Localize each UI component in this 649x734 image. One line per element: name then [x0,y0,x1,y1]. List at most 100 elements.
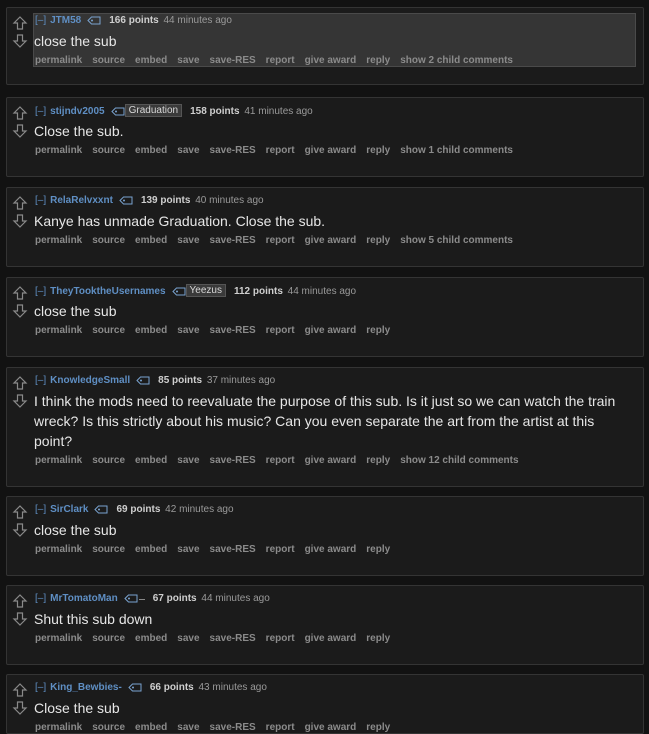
action-give-award[interactable]: give award [305,145,357,156]
action-save-res[interactable]: save-RES [210,55,256,66]
comment-author[interactable]: RelaRelvxxnt [50,195,113,206]
action-report[interactable]: report [266,55,295,66]
user-tag-icon[interactable] [128,683,142,692]
comment-author[interactable]: JTM58 [50,15,81,26]
downvote-icon[interactable] [12,521,28,538]
action-source[interactable]: source [92,455,125,466]
action-save[interactable]: save [177,55,199,66]
action-source[interactable]: source [92,722,125,733]
action-save-res[interactable]: save-RES [210,633,256,644]
show-child-comments-link[interactable]: show 2 child comments [400,55,513,66]
action-source[interactable]: source [92,55,125,66]
action-source[interactable]: source [92,235,125,246]
action-reply[interactable]: reply [366,325,390,336]
upvote-icon[interactable] [12,15,28,32]
action-embed[interactable]: embed [135,455,167,466]
show-child-comments-link[interactable]: show 12 child comments [400,455,518,466]
action-save-res[interactable]: save-RES [210,722,256,733]
action-permalink[interactable]: permalink [35,455,82,466]
action-source[interactable]: source [92,544,125,555]
action-give-award[interactable]: give award [305,544,357,555]
action-give-award[interactable]: give award [305,455,357,466]
user-tag-icon[interactable] [119,196,133,205]
action-report[interactable]: report [266,544,295,555]
action-reply[interactable]: reply [366,55,390,66]
action-report[interactable]: report [266,633,295,644]
collapse-toggle[interactable]: [–] [35,375,46,386]
collapse-toggle[interactable]: [–] [35,286,46,297]
collapse-toggle[interactable]: [–] [35,195,46,206]
action-report[interactable]: report [266,235,295,246]
action-report[interactable]: report [266,455,295,466]
upvote-icon[interactable] [12,682,28,699]
show-child-comments-link[interactable]: show 5 child comments [400,235,513,246]
action-reply[interactable]: reply [366,544,390,555]
action-embed[interactable]: embed [135,145,167,156]
action-give-award[interactable]: give award [305,55,357,66]
comment-author[interactable]: MrTomatoMan [50,593,118,604]
downvote-icon[interactable] [12,610,28,627]
action-give-award[interactable]: give award [305,325,357,336]
action-permalink[interactable]: permalink [35,235,82,246]
action-reply[interactable]: reply [366,633,390,644]
user-tag-icon[interactable] [136,376,150,385]
action-reply[interactable]: reply [366,235,390,246]
action-save[interactable]: save [177,455,199,466]
action-source[interactable]: source [92,633,125,644]
upvote-icon[interactable] [12,285,28,302]
upvote-icon[interactable] [12,375,28,392]
action-save-res[interactable]: save-RES [210,235,256,246]
action-embed[interactable]: embed [135,544,167,555]
comment-author[interactable]: stijndv2005 [50,106,104,117]
action-embed[interactable]: embed [135,55,167,66]
action-save-res[interactable]: save-RES [210,455,256,466]
action-permalink[interactable]: permalink [35,55,82,66]
user-tag-icon[interactable] [110,107,125,116]
action-report[interactable]: report [266,325,295,336]
upvote-icon[interactable] [12,195,28,212]
action-permalink[interactable]: permalink [35,145,82,156]
action-permalink[interactable]: permalink [35,722,82,733]
comment-author[interactable]: KnowledgeSmall [50,375,130,386]
action-source[interactable]: source [92,325,125,336]
user-tag-icon[interactable] [87,16,101,25]
comment-author[interactable]: SirClark [50,504,88,515]
action-reply[interactable]: reply [366,455,390,466]
collapse-toggle[interactable]: [–] [35,504,46,515]
action-permalink[interactable]: permalink [35,544,82,555]
downvote-icon[interactable] [12,212,28,229]
action-save[interactable]: save [177,544,199,555]
show-child-comments-link[interactable]: show 1 child comments [400,145,513,156]
downvote-icon[interactable] [12,302,28,319]
downvote-icon[interactable] [12,699,28,716]
collapse-toggle[interactable]: [–] [35,593,46,604]
action-save[interactable]: save [177,722,199,733]
action-embed[interactable]: embed [135,325,167,336]
comment-author[interactable]: King_Bewbies- [50,682,122,693]
action-embed[interactable]: embed [135,633,167,644]
downvote-icon[interactable] [12,32,28,49]
action-embed[interactable]: embed [135,722,167,733]
action-give-award[interactable]: give award [305,722,357,733]
collapse-toggle[interactable]: [–] [35,106,46,117]
action-reply[interactable]: reply [366,145,390,156]
downvote-icon[interactable] [12,392,28,409]
action-save[interactable]: save [177,145,199,156]
collapse-toggle[interactable]: [–] [35,682,46,693]
action-save[interactable]: save [177,633,199,644]
action-save-res[interactable]: save-RES [210,325,256,336]
action-permalink[interactable]: permalink [35,633,82,644]
user-tag-icon[interactable] [94,505,108,514]
user-tag-icon[interactable] [171,287,186,296]
action-source[interactable]: source [92,145,125,156]
action-report[interactable]: report [266,722,295,733]
upvote-icon[interactable] [12,593,28,610]
upvote-icon[interactable] [12,504,28,521]
upvote-icon[interactable] [12,105,28,122]
action-save-res[interactable]: save-RES [210,544,256,555]
action-reply[interactable]: reply [366,722,390,733]
comment-author[interactable]: TheyTooktheUsernames [50,286,165,297]
action-save-res[interactable]: save-RES [210,145,256,156]
action-save[interactable]: save [177,325,199,336]
action-embed[interactable]: embed [135,235,167,246]
